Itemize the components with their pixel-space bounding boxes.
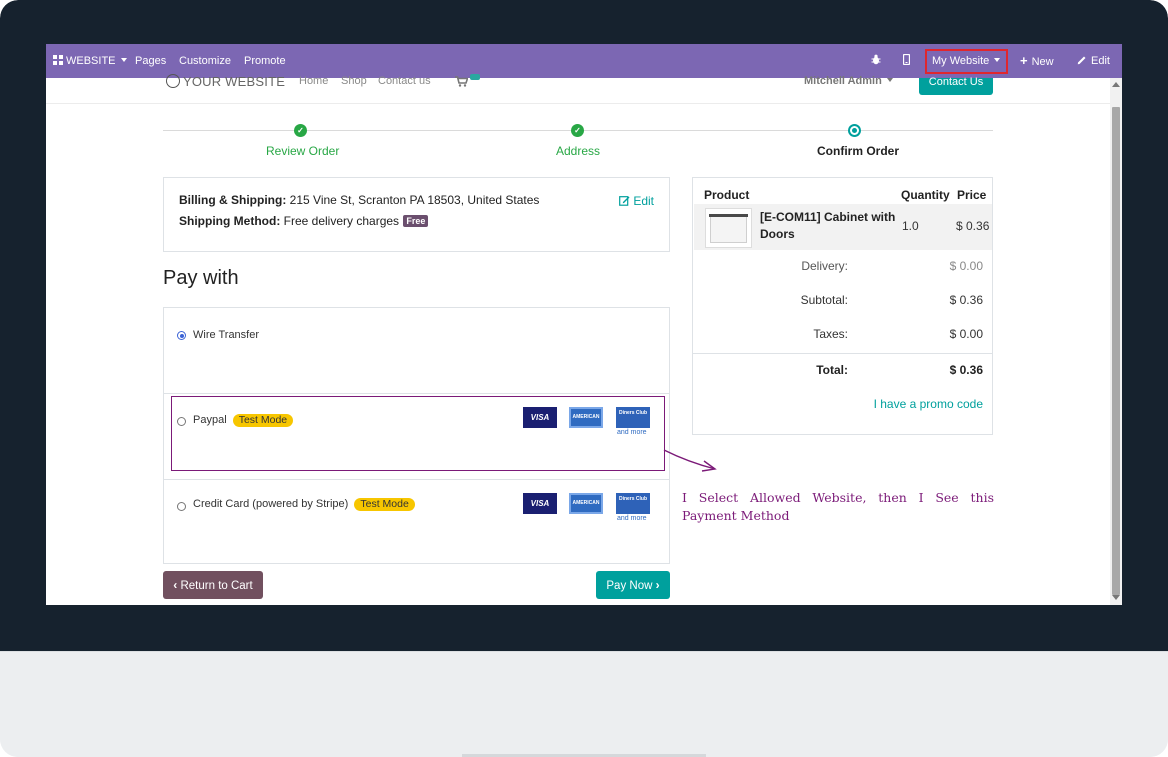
chevron-down-icon bbox=[886, 78, 893, 82]
divider bbox=[693, 353, 992, 354]
wire-transfer-label[interactable]: Wire Transfer bbox=[193, 329, 259, 341]
scrollbar-thumb[interactable] bbox=[1112, 107, 1120, 595]
col-price: Price bbox=[957, 188, 987, 202]
device-frame: WEBSITE Pages Customize Promote My Websi… bbox=[0, 0, 1168, 757]
website-menu-label: WEBSITE bbox=[66, 55, 116, 67]
step-review-order[interactable]: Review Order bbox=[266, 144, 339, 158]
annotation-caption: I Select Allowed Website, then I See thi… bbox=[682, 490, 994, 523]
site-logo-text: YOUR WEBSITE bbox=[183, 74, 286, 89]
pay-now-label: Pay Now bbox=[606, 580, 653, 592]
browser-screen: WEBSITE Pages Customize Promote My Websi… bbox=[46, 44, 1122, 605]
website-editor-bar: WEBSITE Pages Customize Promote My Websi… bbox=[46, 44, 1122, 78]
taxes-label: Taxes: bbox=[813, 327, 848, 341]
apps-grid-icon bbox=[53, 55, 63, 65]
new-button-label: New bbox=[1031, 56, 1054, 68]
pay-now-button[interactable]: Pay Now › bbox=[596, 571, 670, 599]
debug-bug-icon[interactable] bbox=[871, 44, 881, 78]
device-chin bbox=[0, 651, 1168, 757]
edit-icon bbox=[619, 196, 630, 206]
billing-shipping-box: Billing & Shipping: 215 Vine St, Scranto… bbox=[163, 177, 670, 252]
nav-shop[interactable]: Shop bbox=[341, 75, 367, 87]
promote-menu[interactable]: Promote bbox=[244, 44, 286, 78]
product-price: $ 0.36 bbox=[956, 219, 990, 233]
contact-us-button[interactable]: Contact Us bbox=[919, 77, 993, 95]
shipping-method-line: Shipping Method: Free delivery charges F… bbox=[179, 214, 429, 228]
delivery-label: Delivery: bbox=[801, 259, 848, 273]
visa-icon: VISA bbox=[523, 493, 557, 514]
wire-transfer-radio[interactable] bbox=[177, 331, 186, 340]
table-row: [E-COM11] Cabinet with Doors 1.0 $ 0.36 bbox=[694, 204, 992, 250]
free-badge: Free bbox=[403, 215, 429, 227]
cart-count-badge bbox=[470, 74, 480, 80]
order-summary-box: Product Quantity Price [E-COM11] Cabinet… bbox=[692, 177, 993, 435]
nav-home[interactable]: Home bbox=[299, 75, 328, 87]
chevron-down-icon bbox=[994, 58, 1001, 62]
billing-label: Billing & Shipping: bbox=[179, 193, 287, 207]
billing-address-line: Billing & Shipping: 215 Vine St, Scranto… bbox=[179, 193, 539, 207]
customize-menu[interactable]: Customize bbox=[179, 44, 231, 78]
pages-menu[interactable]: Pages bbox=[135, 44, 166, 78]
edit-button[interactable]: Edit bbox=[1077, 44, 1110, 78]
promo-code-link[interactable]: I have a promo code bbox=[874, 397, 983, 411]
step-address[interactable]: Address bbox=[556, 144, 600, 158]
and-more-label: and more bbox=[617, 515, 647, 522]
my-website-label: My Website bbox=[932, 55, 990, 67]
check-icon: ✓ bbox=[294, 124, 307, 137]
plus-icon: + bbox=[1020, 53, 1028, 68]
col-quantity: Quantity bbox=[901, 188, 950, 202]
mobile-preview-icon[interactable] bbox=[902, 44, 911, 78]
credit-card-option[interactable]: Credit Card (powered by Stripe) Test Mod… bbox=[193, 498, 415, 511]
annotation-arrow-icon bbox=[663, 449, 717, 472]
billing-address: 215 Vine St, Scranton PA 18503, United S… bbox=[289, 193, 540, 207]
nav-contact[interactable]: Contact us bbox=[378, 75, 431, 87]
credit-card-radio[interactable] bbox=[177, 502, 186, 511]
return-to-cart-button[interactable]: ‹ Return to Cart bbox=[163, 571, 263, 599]
shipping-label: Shipping Method: bbox=[179, 214, 281, 228]
amex-icon: AMERICAN EXPRESS bbox=[569, 493, 603, 523]
website-menu[interactable]: WEBSITE bbox=[53, 44, 127, 78]
test-mode-badge: Test Mode bbox=[354, 498, 415, 511]
product-qty: 1.0 bbox=[902, 219, 919, 233]
user-menu[interactable]: Mitchell Admin bbox=[804, 75, 893, 87]
chevron-down-icon bbox=[120, 58, 127, 62]
chevron-left-icon: ‹ bbox=[173, 578, 178, 592]
globe-icon bbox=[166, 74, 180, 88]
shipping-method: Free delivery charges bbox=[283, 214, 400, 228]
total-value: $ 0.36 bbox=[949, 363, 983, 377]
subtotal-value: $ 0.36 bbox=[949, 293, 983, 307]
edit-address-link[interactable]: Edit bbox=[619, 194, 654, 208]
new-button[interactable]: + New bbox=[1020, 44, 1054, 78]
credit-card-label: Credit Card (powered by Stripe) bbox=[193, 498, 349, 510]
product-image[interactable] bbox=[705, 208, 752, 248]
scroll-down-arrow-icon[interactable] bbox=[1112, 595, 1120, 600]
diners-club-icon: Diners Club bbox=[616, 493, 650, 514]
product-name[interactable]: [E-COM11] Cabinet with Doors bbox=[760, 209, 900, 243]
delivery-value: $ 0.00 bbox=[949, 259, 983, 273]
cart-icon[interactable] bbox=[455, 76, 468, 87]
chevron-right-icon: › bbox=[655, 578, 660, 592]
pay-with-heading: Pay with bbox=[163, 267, 239, 289]
site-logo[interactable]: YOUR WEBSITE bbox=[166, 74, 285, 89]
step-confirm-order: Confirm Order bbox=[817, 144, 900, 158]
scroll-up-arrow-icon[interactable] bbox=[1112, 82, 1120, 87]
current-step-icon bbox=[848, 124, 861, 137]
col-product: Product bbox=[704, 188, 750, 202]
user-name: Mitchell Admin bbox=[804, 75, 882, 87]
return-button-label: Return to Cart bbox=[180, 580, 253, 592]
edit-link-label: Edit bbox=[633, 194, 654, 208]
paypal-highlight-box bbox=[171, 396, 665, 471]
my-website-switcher[interactable]: My Website bbox=[925, 49, 1008, 74]
pencil-icon bbox=[1077, 56, 1086, 65]
edit-button-label: Edit bbox=[1091, 55, 1110, 67]
total-label: Total: bbox=[816, 363, 848, 377]
taxes-value: $ 0.00 bbox=[949, 327, 983, 341]
subtotal-label: Subtotal: bbox=[800, 293, 848, 307]
check-icon: ✓ bbox=[571, 124, 584, 137]
